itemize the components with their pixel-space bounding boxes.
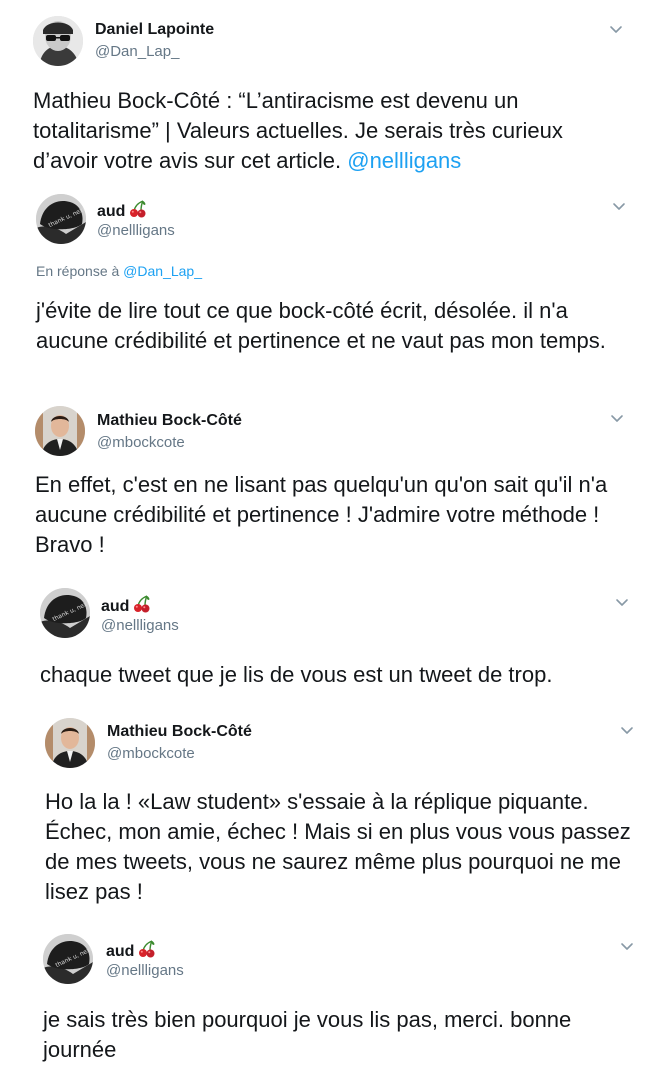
chevron-down-icon[interactable]	[614, 594, 630, 610]
dark-hat-avatar-icon	[43, 934, 93, 984]
user-handle[interactable]: @nellligans	[106, 962, 184, 979]
user-handle[interactable]: @Dan_Lap_	[95, 43, 179, 60]
tweet-text: je sais très bien pourquoi je vous lis p…	[43, 1007, 572, 1062]
display-name[interactable]: Daniel Lapointe	[95, 21, 214, 39]
cherries-icon	[138, 940, 156, 958]
chevron-down-icon[interactable]	[611, 198, 627, 214]
tweet-text: Mathieu Bock-Côté : “L’antiracisme est d…	[33, 86, 623, 176]
suit-man-avatar-icon	[45, 718, 95, 768]
user-handle[interactable]: @nellligans	[101, 617, 179, 634]
user-handle[interactable]: @mbockcote	[97, 434, 185, 451]
tweet-text: j'évite de lire tout ce que bock-côté éc…	[36, 298, 606, 353]
avatar[interactable]	[40, 588, 90, 638]
user-handle[interactable]: @nellligans	[97, 222, 175, 239]
reply-context: En réponse à @Dan_Lap_	[36, 263, 202, 279]
chevron-down-icon[interactable]	[608, 21, 624, 37]
cherries-icon	[133, 595, 151, 613]
tweet-text: chaque tweet que je lis de vous est un t…	[40, 662, 553, 687]
sunglasses-avatar-icon	[33, 16, 83, 66]
display-name[interactable]: Mathieu Bock-Côté	[97, 412, 242, 430]
tweet-body: Mathieu Bock-Côté : “L’antiracisme est d…	[33, 88, 563, 173]
dark-hat-avatar-icon	[36, 194, 86, 244]
display-name[interactable]: aud	[101, 595, 151, 616]
display-name[interactable]: Mathieu Bock-Côté	[107, 723, 252, 741]
user-handle[interactable]: @mbockcote	[107, 745, 195, 762]
avatar[interactable]	[35, 406, 85, 456]
chevron-down-icon[interactable]	[619, 938, 635, 954]
suit-man-avatar-icon	[35, 406, 85, 456]
reply-prefix: En réponse à	[36, 263, 124, 279]
avatar[interactable]	[33, 16, 83, 66]
display-name-text: aud	[106, 943, 135, 960]
chevron-down-icon[interactable]	[609, 410, 625, 426]
reply-handle-link[interactable]: @Dan_Lap_	[123, 263, 202, 279]
avatar[interactable]	[45, 718, 95, 768]
display-name-text: aud	[97, 203, 126, 220]
avatar[interactable]	[36, 194, 86, 244]
tweet-text: Ho la la ! «Law student» s'essaie à la r…	[45, 789, 631, 904]
mention-link[interactable]: @nellligans	[347, 148, 461, 173]
dark-hat-avatar-icon	[40, 588, 90, 638]
avatar[interactable]	[43, 934, 93, 984]
cherries-icon	[129, 200, 147, 218]
display-name[interactable]: aud	[97, 200, 147, 221]
chevron-down-icon[interactable]	[619, 722, 635, 738]
display-name-text: aud	[101, 598, 130, 615]
tweet-text: En effet, c'est en ne lisant pas quelqu'…	[35, 472, 608, 557]
display-name[interactable]: aud	[106, 940, 156, 961]
